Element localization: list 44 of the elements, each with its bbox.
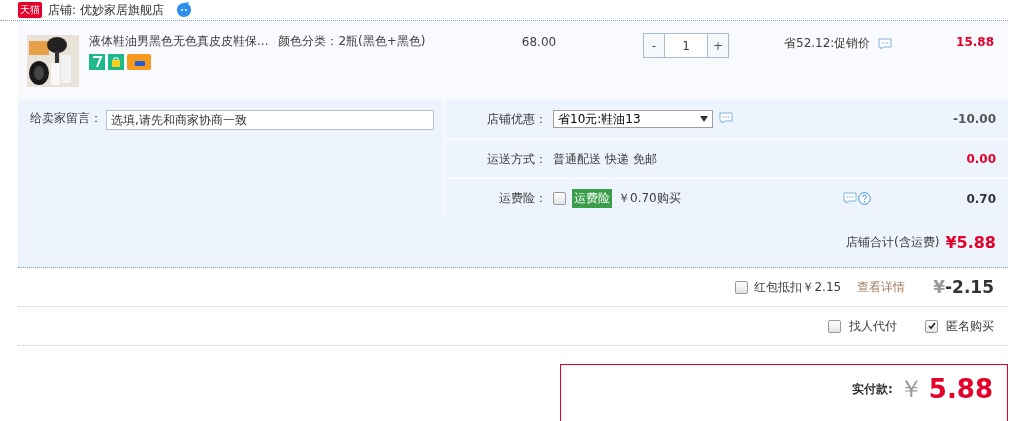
- option-label: 运费险：: [498, 190, 547, 208]
- promo-text: 省52.12:促销价: [784, 35, 871, 52]
- message-field[interactable]: 选填,请先和商家协商一致: [106, 110, 434, 130]
- pay-amount: 5.88: [928, 374, 993, 404]
- shipping-method: 普通配送 快递 免邮: [553, 150, 657, 168]
- option-amount: 0.70: [966, 191, 996, 206]
- checkbox[interactable]: [553, 192, 566, 206]
- option-label: 运送方式：: [486, 150, 547, 168]
- subtotal: 15.88: [956, 34, 994, 49]
- insurance-price: ￥0.70购买: [618, 190, 681, 208]
- option-label: 匿名购买: [946, 317, 994, 335]
- option-amount: -10.00: [953, 112, 996, 127]
- tmall-badge: 天猫: [18, 2, 42, 18]
- coupon-deduction-label: 红包抵扣￥2.15: [754, 278, 842, 296]
- unit-price: 68.00: [520, 34, 558, 49]
- caret-icon[interactable]: [700, 116, 708, 123]
- option-label: 店铺优惠：: [486, 110, 547, 128]
- insurance-tag: 运费险: [572, 189, 612, 209]
- product-title[interactable]: 液体鞋油男黑色无色真皮皮鞋保...: [89, 33, 269, 50]
- currency-sign: ¥: [933, 277, 945, 297]
- shop-name[interactable]: 店铺: 优妙家居旗舰店: [48, 1, 164, 19]
- help-icon[interactable]: [857, 192, 871, 206]
- coupon-dropdown[interactable]: 省10元:鞋油13: [553, 110, 713, 129]
- shop-total: ¥5.88: [945, 233, 996, 252]
- chat-icon[interactable]: [719, 111, 733, 124]
- deduction-amount: -2.15: [945, 277, 994, 297]
- checkbox[interactable]: [735, 280, 749, 294]
- shop-total-label: 店铺合计(含运费): [846, 234, 940, 251]
- checkbox[interactable]: [925, 319, 938, 333]
- currency-sign: ￥: [898, 374, 923, 405]
- chat-bubble-icon[interactable]: [175, 2, 192, 18]
- pay-label: 实付款:: [852, 380, 893, 398]
- details-link[interactable]: 查看详情: [857, 278, 906, 296]
- option-amount: 0.00: [966, 152, 996, 166]
- message-label: 给卖家留言：: [30, 110, 102, 127]
- chat-icon[interactable]: [878, 37, 893, 50]
- bag-icon: [108, 54, 124, 70]
- quantity-field[interactable]: 1: [664, 34, 708, 57]
- option-label: 找人代付: [849, 317, 897, 335]
- checkbox[interactable]: [828, 319, 841, 333]
- product-spec: 颜色分类：2瓶(黑色+黑色): [278, 33, 426, 50]
- chat-icon[interactable]: [842, 192, 857, 205]
- card-icon: [127, 54, 151, 70]
- seven-day-return-icon: [89, 54, 105, 70]
